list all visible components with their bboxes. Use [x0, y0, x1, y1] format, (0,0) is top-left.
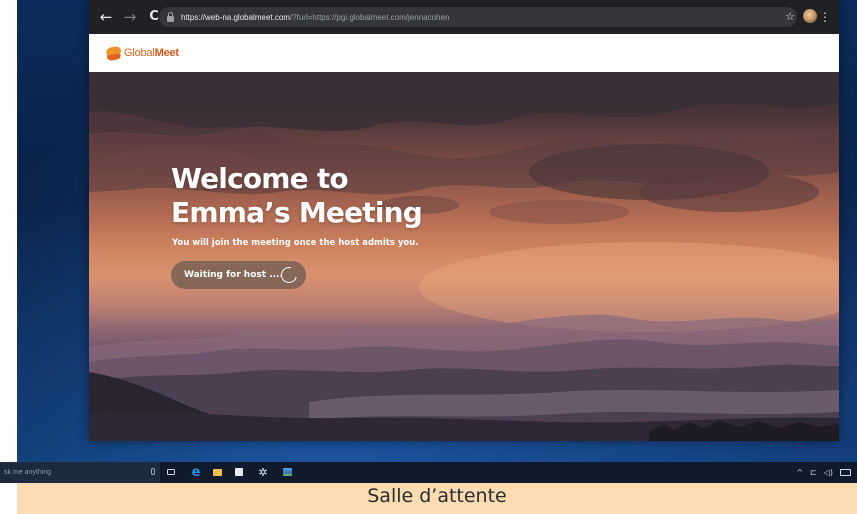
volume-icon[interactable]: ◁) — [824, 468, 833, 477]
mic-icon[interactable] — [151, 468, 155, 475]
url-text: https://web-na.globalmeet.com/?furl=http… — [181, 13, 449, 22]
waiting-for-host-status: Waiting for host .... — [171, 261, 306, 289]
url-query: /?furl=https://pgi.globalmeet.com/jennac… — [289, 12, 450, 22]
lock-icon — [167, 11, 174, 22]
sunset-mountain-landscape — [89, 72, 839, 441]
back-icon[interactable]: ← — [96, 0, 116, 34]
file-explorer-icon[interactable] — [210, 462, 224, 483]
spinner-icon — [278, 264, 300, 286]
tray-up-icon[interactable]: ^ — [796, 468, 803, 477]
address-bar[interactable]: https://web-na.globalmeet.com/?furl=http… — [159, 7, 797, 27]
kebab-menu-icon[interactable]: ⋮ — [819, 0, 831, 34]
desktop-background: ← → C https://web-na.globalmeet.com/?fur… — [17, 0, 857, 462]
search-placeholder: sk me anything — [4, 469, 52, 476]
hero-banner: Welcome to Emma’s Meeting You will join … — [89, 72, 839, 441]
logo-text-global: Global — [124, 47, 155, 59]
edge-icon[interactable]: e — [189, 462, 203, 483]
caption-bar: Salle d’attente — [17, 483, 857, 514]
admit-notice: You will join the meeting once the host … — [172, 238, 419, 248]
globalmeet-logo[interactable]: GlobalMeet — [124, 47, 179, 59]
welcome-title: Welcome to Emma’s Meeting — [171, 162, 423, 230]
star-icon[interactable]: ☆ — [785, 0, 795, 34]
logo-text-meet: Meet — [154, 47, 179, 59]
profile-avatar[interactable] — [803, 9, 817, 23]
settings-icon[interactable]: ✲ — [256, 462, 270, 483]
welcome-title-line1: Welcome to — [171, 162, 349, 195]
screenshot-frame: ← → C https://web-na.globalmeet.com/?fur… — [0, 0, 857, 514]
system-tray: ^ ⊏ ◁) — [796, 462, 851, 483]
forward-icon[interactable]: → — [120, 0, 140, 34]
welcome-title-line2: Emma’s Meeting — [171, 196, 423, 229]
url-host: https://web-na.globalmeet.com — [181, 12, 290, 22]
page-header: GlobalMeet — [89, 34, 839, 72]
network-icon[interactable]: ⊏ — [810, 468, 817, 477]
cortana-search-box[interactable]: sk me anything — [0, 462, 160, 483]
task-view-icon[interactable] — [164, 462, 178, 483]
browser-toolbar: ← → C https://web-na.globalmeet.com/?fur… — [89, 0, 839, 34]
photos-icon[interactable] — [280, 462, 294, 483]
waiting-label: Waiting for host .... — [184, 270, 283, 280]
browser-window: ← → C https://web-na.globalmeet.com/?fur… — [89, 0, 839, 441]
globalmeet-logo-icon — [106, 46, 121, 61]
windows-taskbar: sk me anything e ✲ ^ ⊏ ◁) — [0, 462, 857, 483]
keyboard-icon[interactable] — [840, 469, 851, 476]
store-icon[interactable] — [232, 462, 246, 483]
